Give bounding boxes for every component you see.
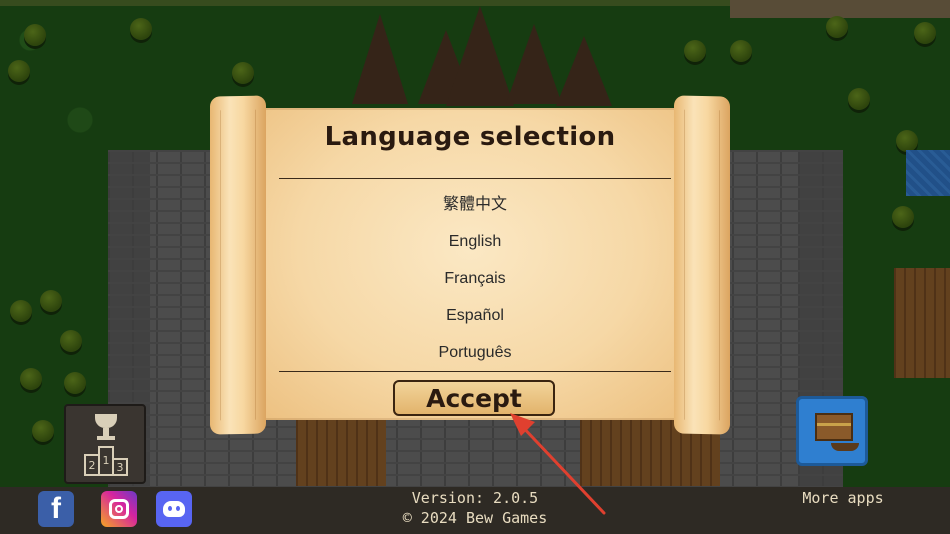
facebook-icon[interactable]: f bbox=[38, 491, 74, 527]
language-option-traditional-chinese[interactable]: 繁體中文 bbox=[279, 186, 671, 223]
scroll-roll-right bbox=[674, 95, 730, 435]
language-selection-dialog: Language selection 繁體中文 English Français… bbox=[210, 95, 730, 435]
divider bbox=[279, 371, 671, 372]
scroll-roll-left bbox=[210, 95, 266, 435]
language-option-french[interactable]: Français bbox=[279, 260, 671, 297]
discord-controller-glyph bbox=[163, 501, 185, 517]
divider bbox=[279, 178, 671, 179]
more-apps-link[interactable]: More apps bbox=[790, 489, 896, 507]
instagram-icon[interactable] bbox=[101, 491, 137, 527]
annotation-arrow-icon bbox=[510, 413, 606, 515]
facebook-glyph: f bbox=[51, 492, 61, 525]
leaderboard-button[interactable]: 2 1 3 bbox=[64, 404, 146, 484]
dialog-title: Language selection bbox=[324, 122, 616, 152]
language-list: 繁體中文 English Français Español Português bbox=[279, 186, 671, 371]
trophy-stem bbox=[103, 428, 109, 436]
boat-icon bbox=[831, 443, 859, 451]
podium-step-3: 3 bbox=[112, 458, 128, 476]
trophy-podium-icon bbox=[95, 414, 117, 428]
instagram-camera-glyph bbox=[109, 499, 129, 519]
discord-icon[interactable] bbox=[156, 491, 192, 527]
treasure-map-button[interactable] bbox=[796, 396, 868, 466]
language-option-english[interactable]: English bbox=[279, 223, 671, 260]
language-option-portuguese[interactable]: Português bbox=[279, 334, 671, 371]
treasure-map-icon bbox=[815, 413, 853, 441]
trophy-base bbox=[97, 436, 115, 440]
language-option-spanish[interactable]: Español bbox=[279, 297, 671, 334]
